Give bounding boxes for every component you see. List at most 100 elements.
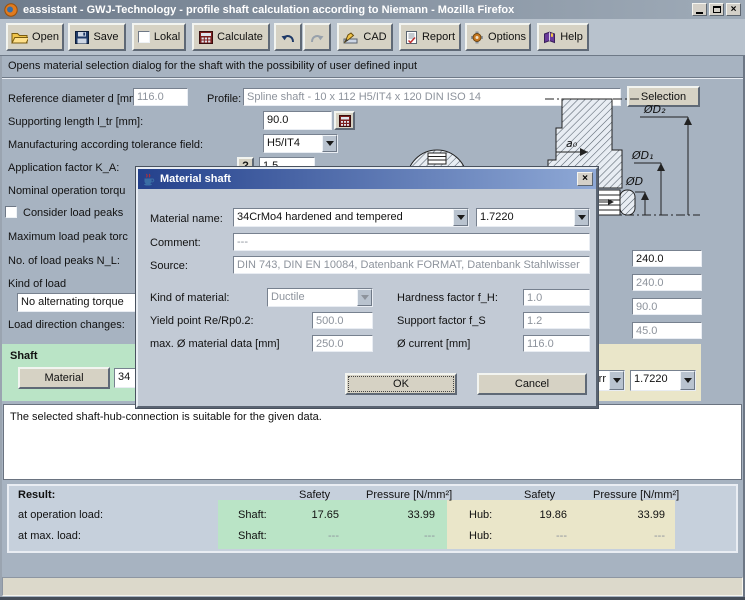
close-button[interactable]: × [726,3,741,16]
material-number-value: 1.7220 [480,211,514,223]
hardness-factor-label: Hardness factor f_H: [397,291,498,305]
source-field: DIN 743, DIN EN 10084, Datenbank FORMAT,… [233,256,590,274]
dialog-titlebar[interactable]: Material shaft × [138,169,596,189]
consider-load-peaks-label: Consider load peaks [23,206,123,220]
options-button[interactable]: Options [465,23,531,51]
lokal-checkbox[interactable] [138,31,150,43]
max-load-peak-label: Maximum load peak torc [8,230,128,244]
maximize-icon [713,6,721,13]
hub-safety-value: 19.86 [499,508,567,522]
hardness-factor-field: 1.0 [523,289,590,306]
kind-of-material-label: Kind of material: [150,291,229,305]
message-area[interactable]: The selected shaft-hub-connection is sui… [3,404,742,480]
undo-button[interactable] [274,23,302,51]
hub-row-label: Hub: [469,529,492,543]
help-button-label: Help [560,31,583,43]
dialog-close-button[interactable]: × [577,172,593,186]
chevron-down-icon [609,371,624,390]
reference-diameter-label: Reference diameter d [mm]: [8,92,144,106]
open-button-label: Open [32,31,59,43]
open-button[interactable]: Open [6,23,64,51]
calculate-button[interactable]: Calculate [192,23,270,51]
save-button[interactable]: Save [68,23,126,51]
result-panel: Result: Safety Pressure [N/mm²] Safety P… [7,484,738,553]
window-title: eassistant - GWJ-Technology - profile sh… [23,4,514,16]
hub-row-label: Hub: [469,508,492,522]
proposal-calculator-button[interactable] [334,111,355,130]
nominal-torque-label: Nominal operation torqu [8,184,125,198]
minimize-icon [696,12,703,14]
hub-safety-header: Safety [524,488,555,502]
tolerance-dropdown-value: H5/IT4 [267,137,300,149]
window-titlebar: eassistant - GWJ-Technology - profile sh… [0,0,745,19]
dim-d2-label: ØD₂ [643,103,666,116]
cad-pencil-icon [343,31,359,44]
hub-dimension-field-1[interactable]: 240.0 [632,250,702,267]
material-name-dropdown[interactable]: 34CrMo4 hardened and tempered [233,208,469,227]
chevron-down-icon [680,371,695,390]
cancel-button[interactable]: Cancel [477,373,587,395]
result-title: Result: [18,488,55,502]
save-button-label: Save [93,31,118,43]
material-name-value: 34CrMo4 hardened and tempered [237,211,403,223]
supporting-length-label: Supporting length l_tr [mm]: [8,115,143,129]
material-shaft-dialog: Material shaft × Material name: 34CrMo4 … [136,167,598,408]
material-name-label: Material name: [150,212,223,226]
reference-diameter-field: 116.0 [133,88,188,106]
max-material-diameter-field: 250.0 [312,335,373,352]
shaft-safety-value: 17.65 [271,508,339,522]
shaft-pressure-value: 33.99 [367,508,435,522]
shaft-row-label: Shaft: [238,508,267,522]
maximize-button[interactable] [709,3,724,16]
chevron-down-icon [357,289,372,306]
chevron-down-icon [322,135,337,152]
tolerance-dropdown[interactable]: H5/IT4 [263,134,338,153]
supporting-length-field[interactable]: 90.0 [263,111,332,130]
shaft-section-title: Shaft [10,349,38,363]
hub-material-number-dropdown[interactable]: 1.7220 [630,370,696,391]
close-icon: × [582,174,588,184]
ok-button[interactable]: OK [345,373,457,395]
current-diameter-label: Ø current [mm] [397,337,470,351]
support-factor-field: 1.2 [523,312,590,329]
close-icon: × [731,5,737,15]
yield-point-label: Yield point Re/Rp0.2: [150,314,254,328]
kind-of-load-value: No alternating torque [21,296,124,308]
redo-icon [309,31,325,44]
dim-a0-label: a₀ [566,137,578,150]
status-hint: Opens material selection dialog for the … [8,56,708,77]
cad-button-label: CAD [363,31,386,43]
load-direction-label: Load direction changes: [8,318,125,332]
redo-button [303,23,331,51]
cad-button[interactable]: CAD [337,23,393,51]
minimize-button[interactable] [692,3,707,16]
shaft-safety-header: Safety [299,488,330,502]
profile-label: Profile: [207,92,241,106]
material-number-dropdown[interactable]: 1.7220 [476,208,590,227]
shaft-material-button[interactable]: Material [18,367,110,389]
lokal-label: Lokal [154,31,180,43]
report-button[interactable]: Report [399,23,461,51]
shaft-pressure-header: Pressure [N/mm²] [366,488,452,502]
open-folder-icon [11,31,28,44]
separator [2,77,743,79]
hub-dimension-field-3: 90.0 [632,298,702,315]
consider-load-peaks-checkbox[interactable] [5,206,17,218]
chevron-down-icon [453,209,468,226]
toolbar: Open Save Lokal Calculate [0,19,745,56]
lokal-toggle[interactable]: Lokal [132,23,186,51]
current-diameter-field: 116.0 [523,335,590,352]
undo-icon [280,31,296,44]
hub-pressure-value: 33.99 [597,508,665,522]
calculator-small-icon [339,115,351,127]
comment-label: Comment: [150,236,201,250]
dim-d1-label: ØD₁ [631,149,654,162]
kind-of-load-label: Kind of load [8,277,66,291]
browser-status-bar [2,577,743,596]
application-factor-label: Application factor K_A: [8,161,119,175]
kind-of-material-dropdown: Ductile [267,288,373,307]
support-factor-label: Support factor f_S [397,314,486,328]
chevron-down-icon [574,209,589,226]
hub-pressure-value: --- [597,529,665,543]
help-button[interactable]: Help [537,23,589,51]
